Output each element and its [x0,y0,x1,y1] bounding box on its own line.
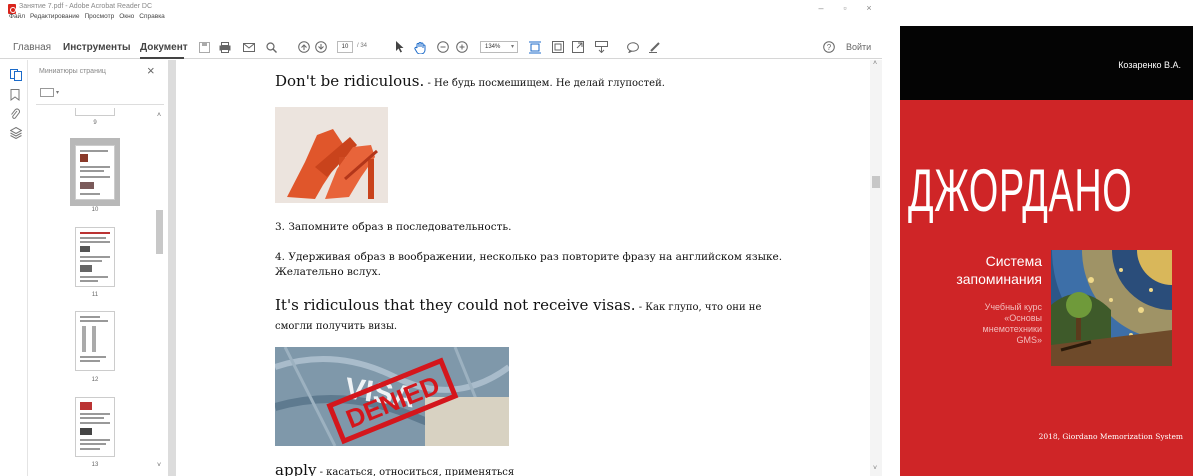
thumbnail-page[interactable] [75,145,115,200]
step-3-text: 3. Запомните образ в последовательность. [275,221,512,233]
active-tab-indicator [140,57,184,59]
divider [36,104,164,105]
scroll-up-icon[interactable]: ˄ [873,60,877,67]
search-icon[interactable] [264,40,278,54]
tab-document[interactable]: Документ [140,42,188,53]
thumbnail-page-number: 9 [93,120,97,126]
full-screen-icon[interactable] [571,40,585,54]
cover-header: Козаренко В.А. [900,26,1193,100]
menu-view[interactable]: Просмотр [85,13,115,24]
scroll-mode-icon[interactable] [551,40,565,54]
save-icon[interactable] [197,40,211,54]
book-cover: Козаренко В.А. ДЖОРДАНО Система запомина… [900,26,1193,476]
page-thumbnails-icon[interactable] [10,68,22,81]
phrase-line: apply - касаться, относиться, применятьс… [275,461,514,476]
title-bar: Занятие 7.pdf - Adobe Acrobat Reader DC … [0,0,882,24]
thumbnails-scroll-up-icon[interactable]: ˄ [157,112,161,119]
book-title: ДЖОРДАНО [908,157,1133,224]
layers-icon[interactable] [9,126,23,140]
thumbnail-page[interactable] [75,227,115,287]
hand-tool-icon[interactable] [413,40,427,54]
page-number-input[interactable]: 10 [337,41,353,53]
thumbnails-title: Миниатюры страниц [39,68,106,75]
thumbnail-page[interactable] [75,108,115,116]
thumbnail-options-icon[interactable] [40,88,54,97]
thumbnail-page-number: 11 [91,292,99,298]
visa-denied-image: VISA DENIED [275,347,509,446]
russian-translation: - касаться, относиться, применяться [316,467,515,476]
menu-bar: Файл Редактирование Просмотр Окно Справк… [0,13,165,24]
thumbnail-page-number: 10 [91,207,99,213]
navigation-rail [0,60,28,476]
chevron-down-icon: ▾ [56,90,60,96]
tab-tools[interactable]: Инструменты [63,42,131,53]
shoes-image [275,107,388,203]
zoom-out-icon[interactable] [436,40,450,54]
previous-page-icon[interactable] [297,40,311,54]
window-title: Занятие 7.pdf - Adobe Acrobat Reader DC [19,3,153,10]
minimize-button[interactable]: – [812,3,830,13]
close-window-button[interactable]: × [860,3,878,13]
course-line: мнемотехники [982,324,1042,334]
chevron-down-icon: ▾ [510,44,514,50]
phrase-line: It's ridiculous that they could not rece… [275,297,795,335]
panel-splitter[interactable] [168,60,176,476]
toolbar: Главная Инструменты Документ 10 / 34 134… [0,37,882,59]
english-phrase: It's ridiculous that they could not rece… [275,296,636,314]
english-phrase: apply [275,461,317,476]
thumbnail-page-number: 13 [91,462,99,468]
thumbnail-page[interactable] [75,311,115,371]
document-scrollbar[interactable]: ˄ ˅ [870,60,882,476]
flammarion-engraving-image [1051,250,1172,366]
read-mode-icon[interactable] [594,40,608,54]
phrase-line: Don't be ridiculous. - Не будь посмешище… [275,72,665,90]
thumbnails-panel: Миниатюры страниц × ▾ ˄ ˅ 9 10 11 12 13 [28,60,168,476]
next-page-icon[interactable] [314,40,328,54]
svg-text:?: ? [827,43,832,52]
acrobat-window: Занятие 7.pdf - Adobe Acrobat Reader DC … [0,0,882,476]
author-name: Козаренко В.А. [1118,60,1181,70]
course-line: «Основы [1004,313,1042,323]
bookmark-icon[interactable] [10,88,22,101]
email-icon[interactable] [242,40,256,54]
document-view: Don't be ridiculous. - Не будь посмешище… [176,60,882,476]
print-icon[interactable] [218,40,232,54]
zoom-value: 134% [485,44,501,50]
page-total: / 34 [357,43,368,49]
maximize-button[interactable]: ▫ [836,3,854,13]
russian-translation: - Не будь посмешищем. Не делай глупостей… [424,78,665,89]
cover-footer: 2018, Giordano Memorization System [1038,432,1183,441]
subtitle-line: запоминания [956,271,1042,287]
course-description: Учебный курс «Основы мнемотехники GMS» [983,302,1042,346]
menu-edit[interactable]: Редактирование [30,13,80,24]
select-cursor-icon[interactable] [392,40,406,54]
menu-file[interactable]: Файл [9,13,25,24]
english-phrase: Don't be ridiculous. [275,72,425,90]
course-line: Учебный курс [984,302,1042,312]
scroll-thumb[interactable] [872,176,880,188]
scroll-down-icon[interactable]: ˅ [873,465,877,472]
comment-icon[interactable] [626,40,640,54]
close-icon[interactable]: × [147,63,155,78]
fit-page-icon[interactable] [528,40,542,54]
thumbnail-page[interactable] [75,397,115,457]
zoom-level-select[interactable]: 134% ▾ [480,41,518,53]
zoom-in-icon[interactable] [455,40,469,54]
thumbnails-scroll-down-icon[interactable]: ˅ [157,462,161,469]
sign-in-link[interactable]: Войти [846,42,871,52]
menu-help[interactable]: Справка [139,13,165,24]
course-line: GMS» [1016,335,1042,345]
tab-home[interactable]: Главная [13,42,51,53]
thumbnails-scrollbar[interactable] [156,210,163,254]
thumbnail-page-number: 12 [91,377,99,383]
subtitle-line: Система [985,253,1042,269]
help-icon[interactable]: ? [822,40,836,54]
step-4-text: 4. Удерживая образ в воображении, нескол… [275,251,783,278]
menu-window[interactable]: Окно [119,13,134,24]
attachment-icon[interactable] [10,107,22,119]
highlight-pen-icon[interactable] [648,40,662,54]
